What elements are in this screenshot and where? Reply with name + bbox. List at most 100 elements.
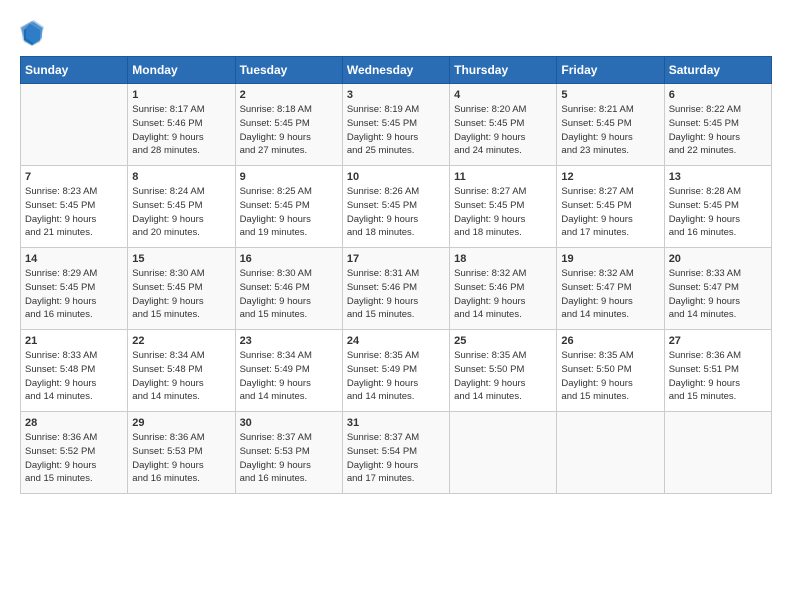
day-number: 30 bbox=[240, 417, 338, 429]
day-info: Sunrise: 8:27 AM Sunset: 5:45 PM Dayligh… bbox=[454, 185, 552, 240]
day-cell: 28Sunrise: 8:36 AM Sunset: 5:52 PM Dayli… bbox=[21, 412, 128, 494]
day-info: Sunrise: 8:37 AM Sunset: 5:53 PM Dayligh… bbox=[240, 431, 338, 486]
day-number: 17 bbox=[347, 253, 445, 265]
day-info: Sunrise: 8:25 AM Sunset: 5:45 PM Dayligh… bbox=[240, 185, 338, 240]
day-cell: 30 Sunrise: 8:37 AM Sunset: 5:53 PM Dayli… bbox=[235, 412, 342, 494]
day-cell: 5 Sunrise: 8:21 AM Sunset: 5:45 PM Daylig… bbox=[557, 84, 664, 166]
week-row-5: 28Sunrise: 8:36 AM Sunset: 5:52 PM Dayli… bbox=[21, 412, 772, 494]
day-cell: 14 Sunrise: 8:29 AM Sunset: 5:45 PM Dayli… bbox=[21, 248, 128, 330]
header-cell-saturday: Saturday bbox=[664, 57, 771, 84]
day-cell: 24Sunrise: 8:35 AM Sunset: 5:49 PM Dayli… bbox=[342, 330, 449, 412]
day-number: 22 bbox=[132, 335, 230, 347]
day-cell: 17 Sunrise: 8:31 AM Sunset: 5:46 PM Dayli… bbox=[342, 248, 449, 330]
day-number: 12 bbox=[561, 171, 659, 183]
header-cell-thursday: Thursday bbox=[450, 57, 557, 84]
header-cell-monday: Monday bbox=[128, 57, 235, 84]
day-cell: 10Sunrise: 8:26 AM Sunset: 5:45 PM Dayli… bbox=[342, 166, 449, 248]
day-number: 31 bbox=[347, 417, 445, 429]
day-cell: 13 Sunrise: 8:28 AM Sunset: 5:45 PM Dayli… bbox=[664, 166, 771, 248]
day-cell: 31 Sunrise: 8:37 AM Sunset: 5:54 PM Dayli… bbox=[342, 412, 449, 494]
day-number: 8 bbox=[132, 171, 230, 183]
day-info: Sunrise: 8:36 AM Sunset: 5:52 PM Dayligh… bbox=[25, 431, 123, 486]
day-info: Sunrise: 8:24 AM Sunset: 5:45 PM Dayligh… bbox=[132, 185, 230, 240]
day-cell bbox=[21, 84, 128, 166]
header-cell-tuesday: Tuesday bbox=[235, 57, 342, 84]
day-number: 20 bbox=[669, 253, 767, 265]
week-row-4: 21 Sunrise: 8:33 AM Sunset: 5:48 PM Dayli… bbox=[21, 330, 772, 412]
day-cell: 27Sunrise: 8:36 AM Sunset: 5:51 PM Dayli… bbox=[664, 330, 771, 412]
day-number: 2 bbox=[240, 89, 338, 101]
day-cell: 29 Sunrise: 8:36 AM Sunset: 5:53 PM Dayli… bbox=[128, 412, 235, 494]
day-cell: 3Sunrise: 8:19 AM Sunset: 5:45 PM Daylig… bbox=[342, 84, 449, 166]
week-row-1: 1 Sunrise: 8:17 AM Sunset: 5:46 PM Daylig… bbox=[21, 84, 772, 166]
day-info: Sunrise: 8:34 AM Sunset: 5:49 PM Dayligh… bbox=[240, 349, 338, 404]
day-info: Sunrise: 8:33 AM Sunset: 5:48 PM Dayligh… bbox=[25, 349, 123, 404]
day-cell: 11 Sunrise: 8:27 AM Sunset: 5:45 PM Dayli… bbox=[450, 166, 557, 248]
calendar-table: SundayMondayTuesdayWednesdayThursdayFrid… bbox=[20, 56, 772, 494]
logo bbox=[20, 22, 46, 48]
day-number: 13 bbox=[669, 171, 767, 183]
day-cell: 19Sunrise: 8:32 AM Sunset: 5:47 PM Dayli… bbox=[557, 248, 664, 330]
day-cell: 1 Sunrise: 8:17 AM Sunset: 5:46 PM Daylig… bbox=[128, 84, 235, 166]
day-info: Sunrise: 8:36 AM Sunset: 5:51 PM Dayligh… bbox=[669, 349, 767, 404]
day-cell: 25Sunrise: 8:35 AM Sunset: 5:50 PM Dayli… bbox=[450, 330, 557, 412]
day-number: 9 bbox=[240, 171, 338, 183]
header-cell-sunday: Sunday bbox=[21, 57, 128, 84]
day-number: 7 bbox=[25, 171, 123, 183]
header-cell-wednesday: Wednesday bbox=[342, 57, 449, 84]
day-number: 5 bbox=[561, 89, 659, 101]
day-cell: 26 Sunrise: 8:35 AM Sunset: 5:50 PM Dayli… bbox=[557, 330, 664, 412]
day-info: Sunrise: 8:30 AM Sunset: 5:45 PM Dayligh… bbox=[132, 267, 230, 322]
day-info: Sunrise: 8:29 AM Sunset: 5:45 PM Dayligh… bbox=[25, 267, 123, 322]
day-cell: 18 Sunrise: 8:32 AM Sunset: 5:46 PM Dayli… bbox=[450, 248, 557, 330]
day-cell: 8 Sunrise: 8:24 AM Sunset: 5:45 PM Daylig… bbox=[128, 166, 235, 248]
day-info: Sunrise: 8:19 AM Sunset: 5:45 PM Dayligh… bbox=[347, 103, 445, 158]
day-info: Sunrise: 8:21 AM Sunset: 5:45 PM Dayligh… bbox=[561, 103, 659, 158]
day-info: Sunrise: 8:36 AM Sunset: 5:53 PM Dayligh… bbox=[132, 431, 230, 486]
day-number: 14 bbox=[25, 253, 123, 265]
day-info: Sunrise: 8:34 AM Sunset: 5:48 PM Dayligh… bbox=[132, 349, 230, 404]
day-number: 4 bbox=[454, 89, 552, 101]
day-cell: 6Sunrise: 8:22 AM Sunset: 5:45 PM Daylig… bbox=[664, 84, 771, 166]
day-cell: 16Sunrise: 8:30 AM Sunset: 5:46 PM Dayli… bbox=[235, 248, 342, 330]
day-cell: 21 Sunrise: 8:33 AM Sunset: 5:48 PM Dayli… bbox=[21, 330, 128, 412]
day-info: Sunrise: 8:35 AM Sunset: 5:50 PM Dayligh… bbox=[454, 349, 552, 404]
day-number: 6 bbox=[669, 89, 767, 101]
day-number: 18 bbox=[454, 253, 552, 265]
day-number: 1 bbox=[132, 89, 230, 101]
day-cell: 9 Sunrise: 8:25 AM Sunset: 5:45 PM Daylig… bbox=[235, 166, 342, 248]
header-cell-friday: Friday bbox=[557, 57, 664, 84]
day-cell: 15 Sunrise: 8:30 AM Sunset: 5:45 PM Dayli… bbox=[128, 248, 235, 330]
day-info: Sunrise: 8:35 AM Sunset: 5:50 PM Dayligh… bbox=[561, 349, 659, 404]
week-row-3: 14 Sunrise: 8:29 AM Sunset: 5:45 PM Dayli… bbox=[21, 248, 772, 330]
day-cell: 23Sunrise: 8:34 AM Sunset: 5:49 PM Dayli… bbox=[235, 330, 342, 412]
week-row-2: 7 Sunrise: 8:23 AM Sunset: 5:45 PM Daylig… bbox=[21, 166, 772, 248]
day-number: 19 bbox=[561, 253, 659, 265]
logo-icon bbox=[20, 20, 44, 48]
day-cell: 12 Sunrise: 8:27 AM Sunset: 5:45 PM Dayli… bbox=[557, 166, 664, 248]
page-container: SundayMondayTuesdayWednesdayThursdayFrid… bbox=[0, 0, 792, 504]
day-info: Sunrise: 8:37 AM Sunset: 5:54 PM Dayligh… bbox=[347, 431, 445, 486]
day-number: 26 bbox=[561, 335, 659, 347]
day-info: Sunrise: 8:23 AM Sunset: 5:45 PM Dayligh… bbox=[25, 185, 123, 240]
day-cell bbox=[450, 412, 557, 494]
day-number: 29 bbox=[132, 417, 230, 429]
day-info: Sunrise: 8:31 AM Sunset: 5:46 PM Dayligh… bbox=[347, 267, 445, 322]
day-number: 24 bbox=[347, 335, 445, 347]
day-cell: 4 Sunrise: 8:20 AM Sunset: 5:45 PM Daylig… bbox=[450, 84, 557, 166]
day-number: 16 bbox=[240, 253, 338, 265]
day-cell: 20 Sunrise: 8:33 AM Sunset: 5:47 PM Dayli… bbox=[664, 248, 771, 330]
day-cell: 22 Sunrise: 8:34 AM Sunset: 5:48 PM Dayli… bbox=[128, 330, 235, 412]
day-cell bbox=[664, 412, 771, 494]
day-info: Sunrise: 8:33 AM Sunset: 5:47 PM Dayligh… bbox=[669, 267, 767, 322]
day-number: 11 bbox=[454, 171, 552, 183]
day-info: Sunrise: 8:20 AM Sunset: 5:45 PM Dayligh… bbox=[454, 103, 552, 158]
day-info: Sunrise: 8:26 AM Sunset: 5:45 PM Dayligh… bbox=[347, 185, 445, 240]
day-info: Sunrise: 8:32 AM Sunset: 5:46 PM Dayligh… bbox=[454, 267, 552, 322]
header-row: SundayMondayTuesdayWednesdayThursdayFrid… bbox=[21, 57, 772, 84]
day-info: Sunrise: 8:28 AM Sunset: 5:45 PM Dayligh… bbox=[669, 185, 767, 240]
day-number: 21 bbox=[25, 335, 123, 347]
day-info: Sunrise: 8:17 AM Sunset: 5:46 PM Dayligh… bbox=[132, 103, 230, 158]
day-info: Sunrise: 8:27 AM Sunset: 5:45 PM Dayligh… bbox=[561, 185, 659, 240]
day-number: 15 bbox=[132, 253, 230, 265]
